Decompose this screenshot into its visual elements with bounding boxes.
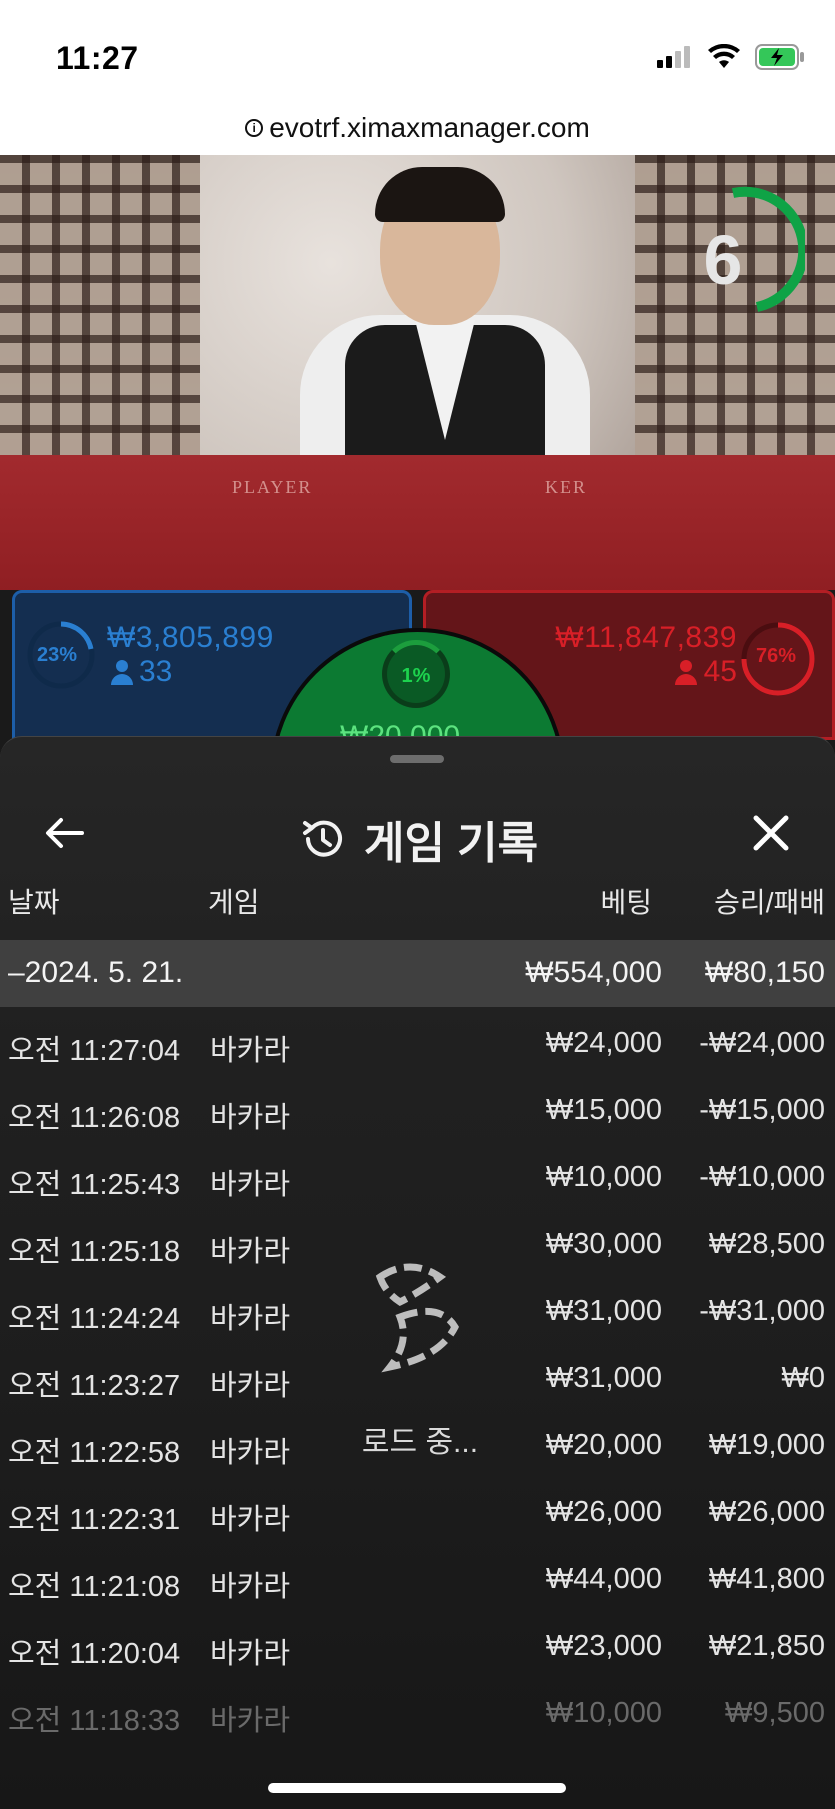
column-header-game[interactable]: 게임	[208, 881, 260, 921]
loading-indicator: 로드 중...	[330, 1257, 510, 1487]
felt-label-player: PLAYER	[232, 477, 313, 497]
tie-percent: 1%	[401, 665, 431, 687]
row-game: 바카라	[210, 1504, 291, 1536]
row-game: 바카라	[210, 1169, 291, 1201]
address-bar[interactable]: i evotrf.ximaxmanager.com	[0, 100, 835, 155]
countdown-number: 6	[703, 221, 743, 299]
row-game: 바카라	[210, 1035, 291, 1067]
row-win-loss: ₩41,800	[708, 1563, 825, 1595]
row-game: 바카라	[210, 1370, 291, 1402]
row-game: 바카라	[210, 1437, 291, 1469]
row-time: 오전 11:26:08	[8, 1102, 181, 1134]
column-header-win-loss[interactable]: 승리/패배	[714, 881, 825, 921]
status-time: 11:27	[56, 40, 139, 76]
row-game: 바카라	[210, 1236, 291, 1268]
table-row[interactable]: 오전 11:26:08 바카라 ₩15,000 -₩15,000	[0, 1074, 835, 1141]
battery-charging-icon	[755, 44, 804, 70]
sheet-header: 게임 기록	[0, 777, 835, 877]
felt-label-banker: KER	[545, 477, 587, 497]
summary-date: –2024. 5. 21.	[8, 956, 184, 989]
table-row[interactable]: 오전 11:27:04 바카라 ₩24,000 -₩24,000	[0, 1007, 835, 1074]
row-win-loss: ₩9,500	[725, 1697, 825, 1729]
sheet-drag-handle[interactable]	[390, 755, 444, 763]
close-icon	[753, 815, 789, 851]
status-bar: 11:27	[0, 0, 835, 100]
row-game: 바카라	[210, 1303, 291, 1335]
row-time: 오전 11:27:04	[8, 1035, 181, 1067]
row-win-loss: -₩24,000	[699, 1027, 825, 1059]
row-win-loss: ₩26,000	[708, 1496, 825, 1528]
loading-spinner-icon	[375, 1263, 459, 1373]
date-summary-row[interactable]: –2024. 5. 21. ₩554,000 ₩80,150	[0, 940, 835, 1007]
player-total-bet: ₩3,805,899	[107, 621, 274, 654]
row-game: 바카라	[210, 1571, 291, 1603]
banker-bettor-count: 45	[703, 655, 737, 688]
row-game: 바카라	[210, 1705, 291, 1737]
row-time: 오전 11:21:08	[8, 1571, 181, 1603]
player-bettor-count: 33	[139, 655, 173, 688]
row-win-loss: -₩15,000	[699, 1094, 825, 1126]
row-win-loss: -₩10,000	[699, 1161, 825, 1193]
back-button[interactable]	[36, 805, 92, 861]
url-text[interactable]: evotrf.ximaxmanager.com	[269, 112, 590, 144]
row-bet: ₩20,000	[545, 1429, 662, 1461]
status-icons	[657, 44, 805, 70]
row-bet: ₩10,000	[545, 1161, 662, 1193]
table-felt	[0, 455, 835, 590]
loading-text: 로드 중...	[361, 1426, 479, 1459]
history-icon	[303, 820, 342, 857]
info-icon[interactable]: i	[245, 118, 264, 137]
table-header: 날짜 게임 베팅 승리/패배	[0, 881, 835, 941]
row-time: 오전 11:25:43	[8, 1169, 181, 1201]
table-row[interactable]: 오전 11:20:04 바카라 ₩23,000 ₩21,850	[0, 1610, 835, 1677]
row-time: 오전 11:22:58	[8, 1437, 181, 1469]
row-win-loss: ₩21,850	[708, 1630, 825, 1662]
player-percent: 23%	[37, 644, 78, 666]
wifi-icon	[708, 44, 740, 68]
row-time: 오전 11:25:18	[8, 1236, 181, 1268]
row-bet: ₩31,000	[545, 1295, 662, 1327]
row-win-loss: -₩31,000	[699, 1295, 825, 1327]
banker-total-bet: ₩11,847,839	[555, 621, 737, 654]
user-icon	[111, 660, 133, 685]
column-header-bet[interactable]: 베팅	[600, 881, 652, 921]
row-game: 바카라	[210, 1638, 291, 1670]
row-bet: ₩30,000	[545, 1228, 662, 1260]
cellular-signal-icon	[657, 46, 690, 68]
table-row[interactable]: 오전 11:25:43 바카라 ₩10,000 -₩10,000	[0, 1141, 835, 1208]
row-win-loss: ₩28,500	[708, 1228, 825, 1260]
summary-win-loss: ₩80,150	[704, 956, 825, 989]
home-indicator[interactable]	[268, 1783, 566, 1793]
row-bet: ₩44,000	[545, 1563, 662, 1595]
game-history-sheet: 게임 기록 날짜 게임 베팅 승리/패배 –2024. 5. 21. ₩554,…	[0, 736, 835, 1809]
row-time: 오전 11:18:33	[8, 1705, 181, 1737]
summary-bet: ₩554,000	[525, 956, 662, 989]
column-header-date[interactable]: 날짜	[8, 881, 60, 921]
row-bet: ₩31,000	[545, 1362, 662, 1394]
row-bet: ₩15,000	[545, 1094, 662, 1126]
row-win-loss: ₩0	[781, 1362, 826, 1394]
row-time: 오전 11:23:27	[8, 1370, 181, 1402]
sheet-title: 게임 기록	[364, 819, 539, 868]
row-win-loss: ₩19,000	[708, 1429, 825, 1461]
table-row[interactable]: 오전 11:18:33 바카라 ₩10,000 ₩9,500	[0, 1677, 835, 1744]
dealer-hair	[375, 167, 505, 222]
row-time: 오전 11:24:24	[8, 1303, 181, 1335]
close-button[interactable]	[743, 805, 799, 861]
user-icon	[675, 660, 697, 685]
arrow-left-icon	[46, 818, 84, 848]
row-bet: ₩23,000	[545, 1630, 662, 1662]
row-bet: ₩24,000	[545, 1027, 662, 1059]
row-time: 오전 11:22:31	[8, 1504, 181, 1536]
row-bet: ₩26,000	[545, 1496, 662, 1528]
row-game: 바카라	[210, 1102, 291, 1134]
row-bet: ₩10,000	[545, 1697, 662, 1729]
sheet-title-group: 게임 기록	[300, 807, 538, 871]
banker-percent: 76%	[755, 645, 796, 667]
table-row[interactable]: 오전 11:21:08 바카라 ₩44,000 ₩41,800	[0, 1543, 835, 1610]
row-time: 오전 11:20:04	[8, 1638, 181, 1670]
